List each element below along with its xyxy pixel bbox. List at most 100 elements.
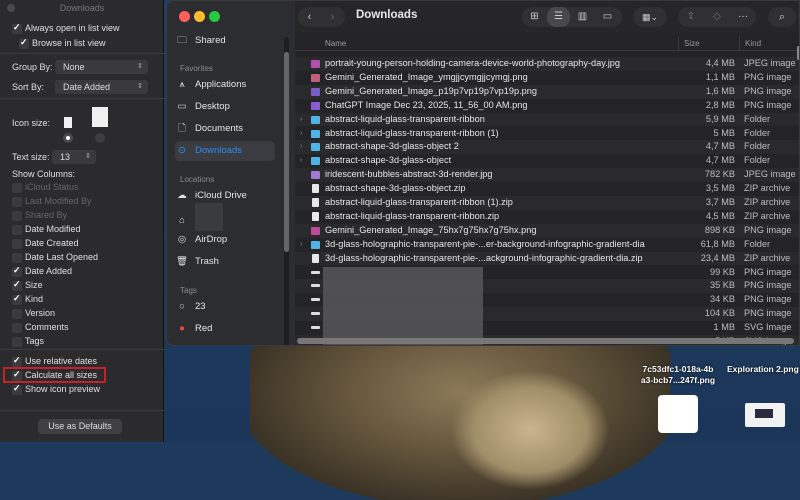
close-window-button[interactable] (179, 11, 190, 22)
file-size: 4,7 MB (705, 141, 735, 152)
zoom-window-button[interactable] (209, 11, 220, 22)
sidebar-item-desktop[interactable]: ▭ Desktop (175, 98, 275, 116)
table-row[interactable]: › abstract-liquid-glass-transparent-ribbo… (295, 112, 799, 127)
sidebar-item-home[interactable]: ⌂ (175, 203, 275, 231)
table-row[interactable]: Gemini_Generated_Image_p19p7vp19p7vp19p.… (295, 84, 799, 99)
file-kind: PNG image (744, 294, 792, 305)
sort-by-select[interactable]: Date Added ⇕ (55, 80, 148, 94)
tag-icon[interactable]: ◇ (704, 7, 730, 27)
icon-size-small-radio[interactable] (63, 133, 73, 143)
column-checkbox[interactable] (12, 225, 22, 235)
always-open-list-checkbox[interactable] (12, 22, 22, 34)
column-checkbox[interactable] (12, 197, 22, 207)
sort-by-label: Sort By: (12, 82, 45, 92)
disclosure-chevron-icon[interactable]: › (300, 113, 302, 127)
column-kind[interactable]: Kind (739, 36, 761, 51)
use-as-defaults-button[interactable]: Use as Defaults (38, 419, 122, 434)
option-checkbox[interactable] (12, 383, 22, 395)
file-kind: Folder (744, 155, 771, 166)
desktop-file-thumbnail[interactable] (745, 403, 785, 427)
disclosure-chevron-icon[interactable]: › (300, 154, 302, 168)
column-view-icon[interactable]: ▥ (570, 7, 595, 27)
minimize-window-button[interactable] (194, 11, 205, 22)
image-file-icon (311, 226, 320, 235)
list-view-icon[interactable]: ☰ (547, 7, 570, 27)
table-row[interactable]: abstract-liquid-glass-transparent-ribbon… (295, 196, 799, 210)
sidebar-tag-23[interactable]: ○ 23 (175, 298, 275, 316)
group-by-select[interactable]: None ⇕ (55, 60, 148, 74)
gallery-view-icon[interactable]: ▭ (595, 7, 620, 27)
table-row[interactable]: › abstract-liquid-glass-transparent-ribbo… (295, 127, 799, 141)
table-row[interactable]: 3d-glass-holographic-transparent-pie-...… (295, 251, 799, 266)
browse-list-checkbox[interactable] (19, 37, 29, 49)
table-row[interactable]: abstract-liquid-glass-transparent-ribbon… (295, 210, 799, 224)
column-checkbox[interactable] (12, 337, 22, 347)
sidebar-item-documents[interactable]: 🗋 Documents (175, 120, 275, 138)
table-row[interactable]: iridescent-bubbles-abstract-3d-render.jp… (295, 168, 799, 183)
sidebar-item-icloud-drive[interactable]: ☁ iCloud Drive (175, 187, 275, 205)
sidebar-item-trash[interactable]: 🗑 Trash (175, 253, 275, 271)
column-checkbox[interactable] (12, 265, 22, 277)
column-name[interactable]: Name (325, 36, 346, 51)
image-file-icon (311, 60, 320, 68)
file-size: 4,7 MB (705, 155, 735, 166)
icon-view-icon[interactable]: ⊞ (522, 7, 547, 27)
file-name: Gemini_Generated_Image_75hx7g75hx7g75hx.… (325, 224, 537, 235)
column-checkbox[interactable] (12, 183, 22, 193)
column-checkbox[interactable] (12, 211, 22, 221)
file-name: ChatGPT Image Dec 23, 2025, 11_56_00 AM.… (325, 99, 528, 110)
show-columns-label: Show Columns: (12, 169, 76, 179)
sidebar-item-airdrop[interactable]: ◎ AirDrop (175, 231, 275, 249)
table-row[interactable]: › abstract-shape-3d-glass-object 4,7 MB Fol… (295, 154, 799, 168)
table-row[interactable]: › 3d-glass-holographic-transparent-pie-..… (295, 238, 799, 252)
column-option-label: iCloud Status (25, 182, 79, 192)
cloud-icon: ☁ (177, 190, 187, 201)
icon-size-large-radio[interactable] (95, 133, 105, 143)
back-button[interactable]: ‹ (298, 7, 321, 27)
file-kind: Folder (744, 141, 771, 152)
table-row[interactable]: abstract-shape-3d-glass-object.zip 3,5 MB… (295, 182, 799, 196)
redacted-filenames (323, 267, 483, 345)
forward-button[interactable]: › (321, 7, 344, 27)
sidebar-item-label: Desktop (195, 101, 230, 112)
disclosure-chevron-icon[interactable]: › (300, 127, 302, 141)
option-checkbox[interactable] (12, 355, 22, 367)
table-row[interactable]: ChatGPT Image Dec 23, 2025, 11_56_00 AM.… (295, 99, 799, 113)
column-checkbox[interactable] (12, 309, 22, 319)
table-row[interactable]: Gemini_Generated_Image_75hx7g75hx7g75hx.… (295, 223, 799, 238)
column-size[interactable]: Size (678, 36, 700, 51)
more-icon[interactable]: ··· (730, 7, 756, 27)
tag-circle-icon: ○ (179, 301, 185, 312)
file-name: abstract-liquid-glass-transparent-ribbon (325, 113, 485, 124)
file-list-pane: ‹ › Downloads ⊞ ☰ ▥ ▭ ▦⌄ ⇪ ◇ ··· ⌕ Name Size K… (295, 1, 799, 345)
sidebar-item-downloads[interactable]: ⊙ Downloads (175, 141, 275, 161)
search-button[interactable]: ⌕ (768, 7, 796, 27)
share-icon[interactable]: ⇪ (678, 7, 704, 27)
horizontal-scrollbar[interactable] (297, 338, 794, 344)
desktop-file-label: Exploration 2.png (727, 364, 799, 374)
sidebar-item-shared[interactable]: 🗀 Shared (175, 32, 275, 50)
text-size-select[interactable]: 13 ⇕ (52, 150, 96, 164)
column-checkbox[interactable] (12, 239, 22, 249)
file-size: 99 KB (709, 266, 735, 277)
sidebar-scrollbar[interactable] (284, 37, 289, 345)
document-file-icon (312, 198, 319, 207)
locations-header: Locations (180, 175, 215, 184)
file-size: 3,7 MB (705, 197, 735, 207)
column-checkbox[interactable] (12, 323, 22, 333)
column-checkbox[interactable] (12, 293, 22, 305)
disclosure-chevron-icon[interactable]: › (300, 140, 302, 154)
column-checkbox[interactable] (12, 253, 22, 263)
column-checkbox[interactable] (12, 279, 22, 291)
file-kind: ZIP archive (744, 183, 791, 194)
desktop-file-icon[interactable] (658, 395, 698, 433)
sidebar-tag-red[interactable]: ● Red (175, 320, 275, 338)
table-row[interactable]: › abstract-shape-3d-glass-object 2 4,7 MB F… (295, 140, 799, 155)
option-label: Use relative dates (25, 356, 98, 366)
sidebar-item-applications[interactable]: ⩚ Applications (175, 76, 275, 94)
group-button[interactable]: ▦⌄ (633, 7, 667, 27)
table-row[interactable]: portrait-young-person-holding-camera-dev… (295, 57, 799, 71)
disclosure-chevron-icon[interactable]: › (300, 238, 302, 252)
file-size: 782 KB (704, 169, 735, 180)
table-row[interactable]: Gemini_Generated_Image_ymgjjcymgjjcymgj.… (295, 71, 799, 85)
